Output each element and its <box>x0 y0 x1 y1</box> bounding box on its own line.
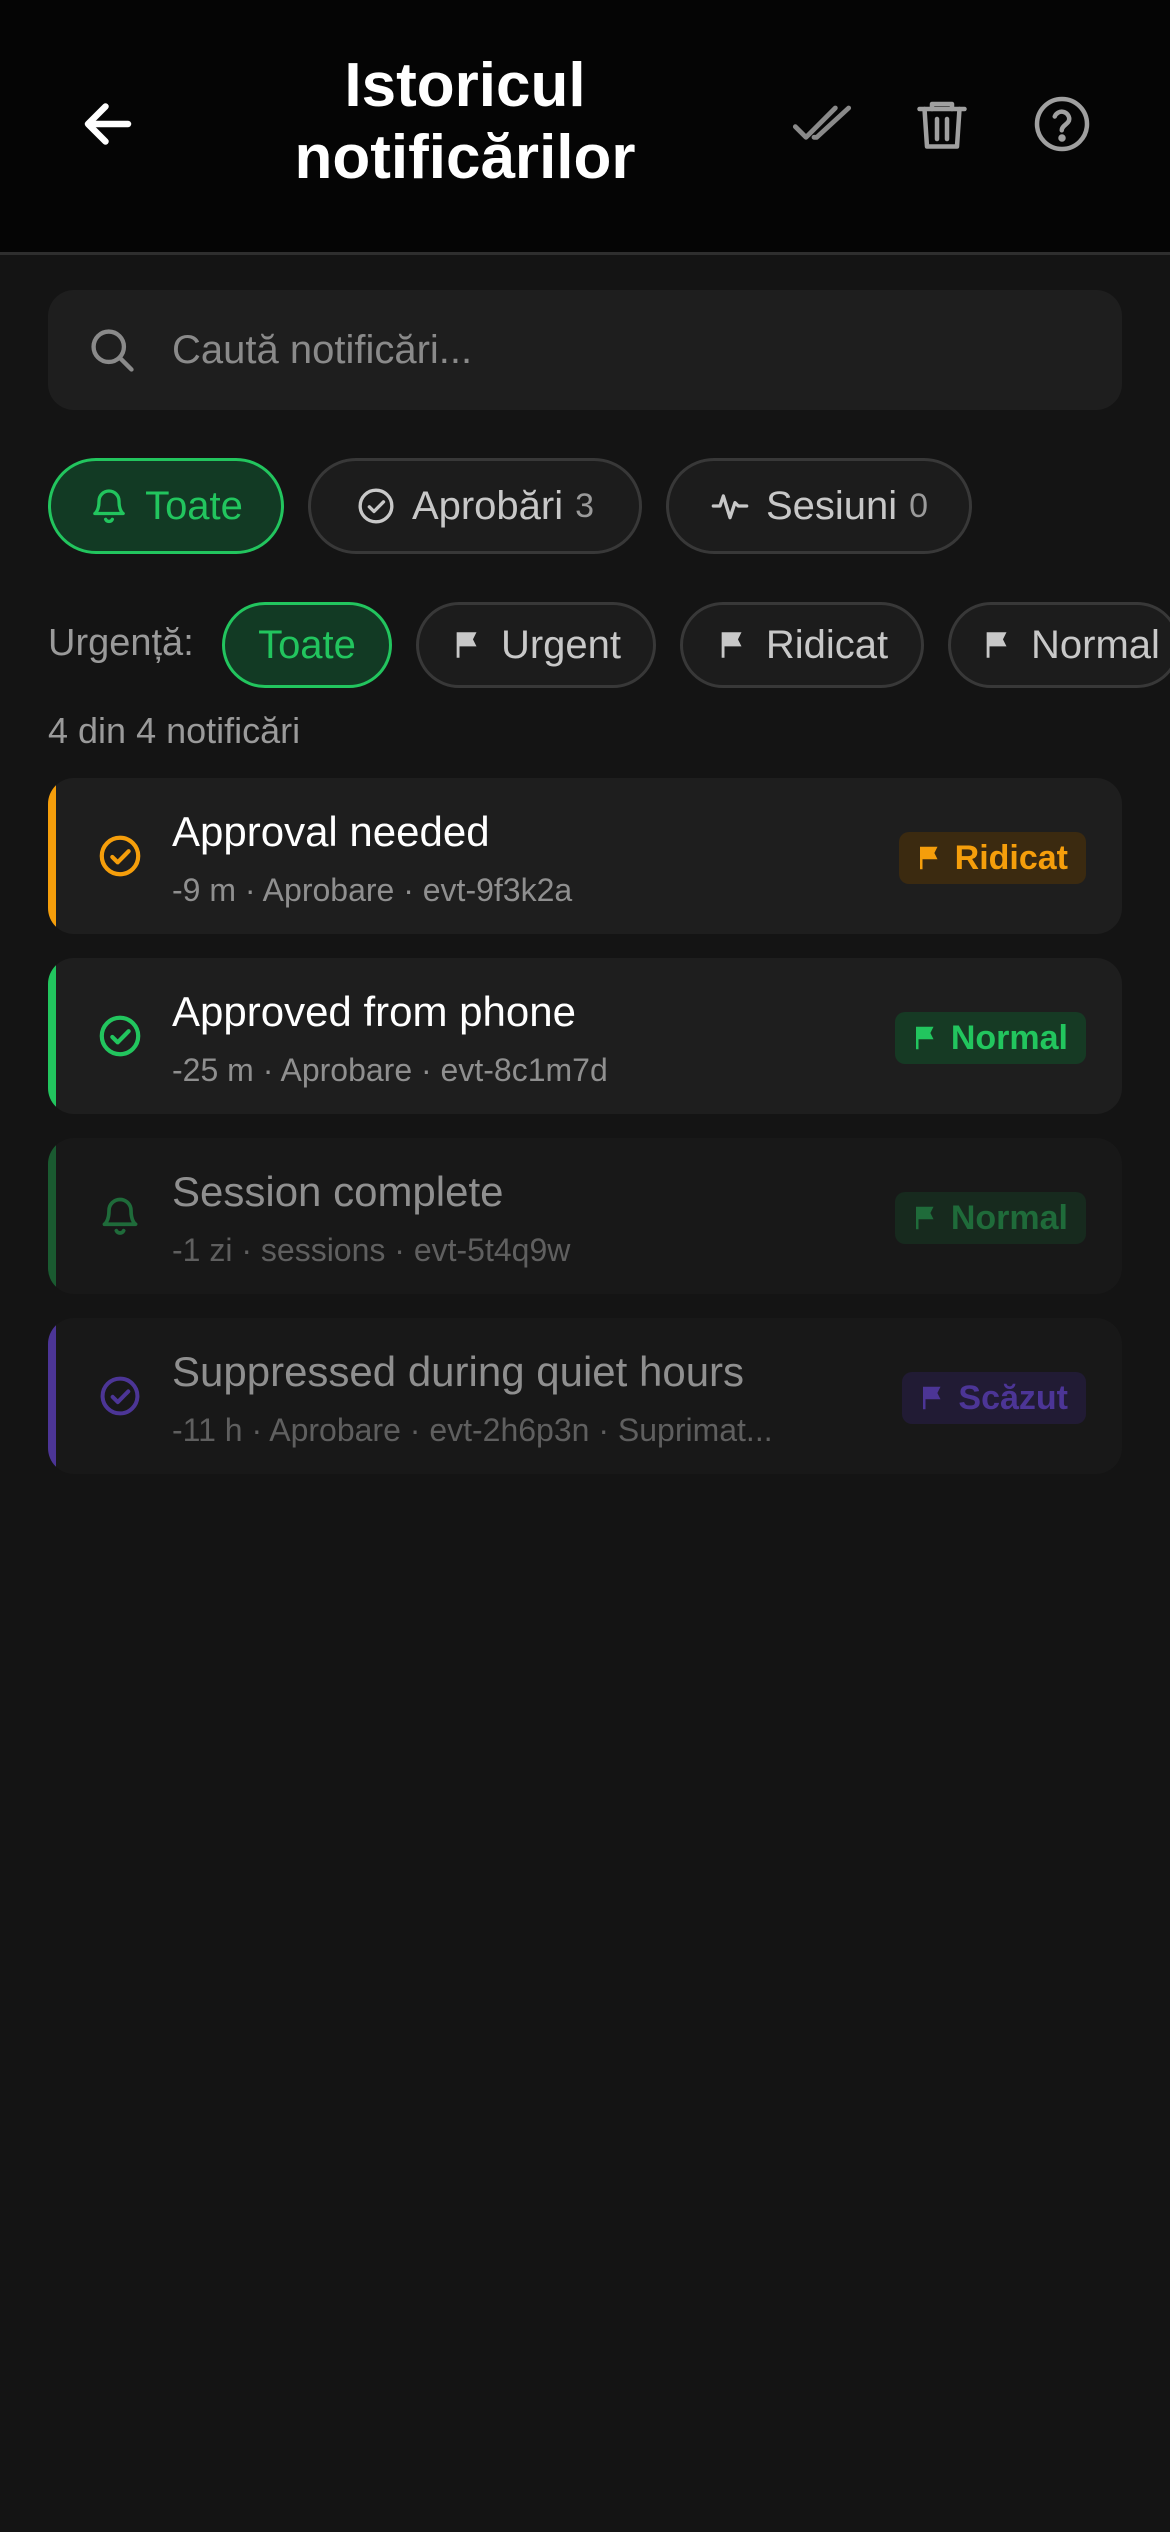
flag-icon <box>918 1383 948 1413</box>
notification-title: Approval needed <box>172 808 490 855</box>
flag-icon <box>911 1203 941 1233</box>
urgency-label: Urgență: <box>48 622 194 664</box>
help-button[interactable] <box>1014 76 1110 172</box>
filter-approvals[interactable]: Aprobări 3 <box>308 458 642 554</box>
urgency-stripe <box>48 958 56 1114</box>
notification-card[interactable]: Suppressed during quiet hours -11 h · Ap… <box>48 1318 1122 1474</box>
filter-sessions-label: Sesiuni <box>765 483 898 528</box>
urgency-badge-label: Scăzut <box>958 1378 1068 1417</box>
urgency-stripe <box>48 778 56 934</box>
results-count: 4 din 4 notificări <box>48 710 301 751</box>
filter-all-label: Toate <box>145 483 243 528</box>
urgency-badge-label: Normal <box>950 1018 1068 1057</box>
search-icon <box>86 322 142 378</box>
flag-icon <box>716 628 750 662</box>
urgency-filter-urgent[interactable]: Urgent <box>416 602 656 688</box>
back-button[interactable] <box>60 76 156 172</box>
urgency-filter-normal[interactable]: Normal <box>948 602 1170 688</box>
page-title: Istoricul notificărilor <box>250 50 680 194</box>
check-circle-icon <box>356 486 396 526</box>
filter-all[interactable]: Toate <box>48 458 284 554</box>
urgency-stripe <box>48 1318 56 1474</box>
notification-card[interactable]: Session complete -1 zi · sessions · evt-… <box>48 1138 1122 1294</box>
flag-icon <box>915 843 945 873</box>
flag-icon <box>911 1023 941 1053</box>
notification-title: Suppressed during quiet hours <box>172 1348 745 1395</box>
notification-meta: -11 h · Aprobare · evt-2h6p3n · Suprimat… <box>172 1412 773 1448</box>
check-circle-icon <box>92 828 148 884</box>
bell-icon <box>89 486 129 526</box>
urgency-stripe <box>48 1138 56 1294</box>
urgency-filter-normal-label: Normal <box>1031 622 1160 667</box>
filter-sessions[interactable]: Sesiuni 0 <box>666 458 972 554</box>
urgency-filter-high[interactable]: Ridicat <box>680 602 924 688</box>
notification-title: Session complete <box>172 1168 504 1215</box>
notification-title: Approved from phone <box>172 988 576 1035</box>
check-circle-icon <box>92 1008 148 1064</box>
urgency-filter-urgent-label: Urgent <box>500 622 622 667</box>
arrow-left-icon <box>84 103 132 145</box>
urgency-badge: Normal <box>894 1192 1086 1244</box>
trash-icon <box>917 101 967 149</box>
urgency-badge-label: Normal <box>950 1198 1068 1237</box>
urgency-filter-high-label: Ridicat <box>765 622 889 667</box>
help-icon <box>1034 96 1090 152</box>
mark-all-read-button[interactable] <box>774 76 870 172</box>
urgency-badge: Scăzut <box>902 1372 1086 1424</box>
urgency-badge-label: Ridicat <box>954 838 1068 877</box>
app-header: Istoricul notificărilor <box>0 0 1170 255</box>
page-title-line2: notificărilor <box>294 123 636 192</box>
activity-icon <box>710 486 750 526</box>
bell-icon <box>92 1188 148 1244</box>
page-title-line1: Istoricul <box>344 51 586 120</box>
notification-card[interactable]: Approved from phone -25 m · Aprobare · e… <box>48 958 1122 1114</box>
notification-meta: -9 m · Aprobare · evt-9f3k2a <box>172 872 573 908</box>
filter-approvals-label: Aprobări <box>411 483 564 528</box>
urgency-badge: Normal <box>894 1012 1086 1064</box>
notification-meta: -1 zi · sessions · evt-5t4q9w <box>172 1232 571 1268</box>
check-circle-icon <box>92 1368 148 1424</box>
filter-sessions-count: 0 <box>909 486 929 525</box>
urgency-filter-all-label: Toate <box>258 622 356 667</box>
delete-all-button[interactable] <box>894 76 990 172</box>
urgency-filter-all[interactable]: Toate <box>222 602 392 688</box>
notification-card[interactable]: Approval needed -9 m · Aprobare · evt-9f… <box>48 778 1122 934</box>
search-bar[interactable] <box>48 290 1122 410</box>
notification-meta: -25 m · Aprobare · evt-8c1m7d <box>172 1052 608 1088</box>
search-input[interactable] <box>170 326 1122 374</box>
double-check-icon <box>792 105 852 140</box>
filter-approvals-count: 3 <box>575 486 595 525</box>
urgency-badge: Ridicat <box>898 832 1086 884</box>
flag-icon <box>981 628 1015 662</box>
flag-icon <box>451 628 485 662</box>
